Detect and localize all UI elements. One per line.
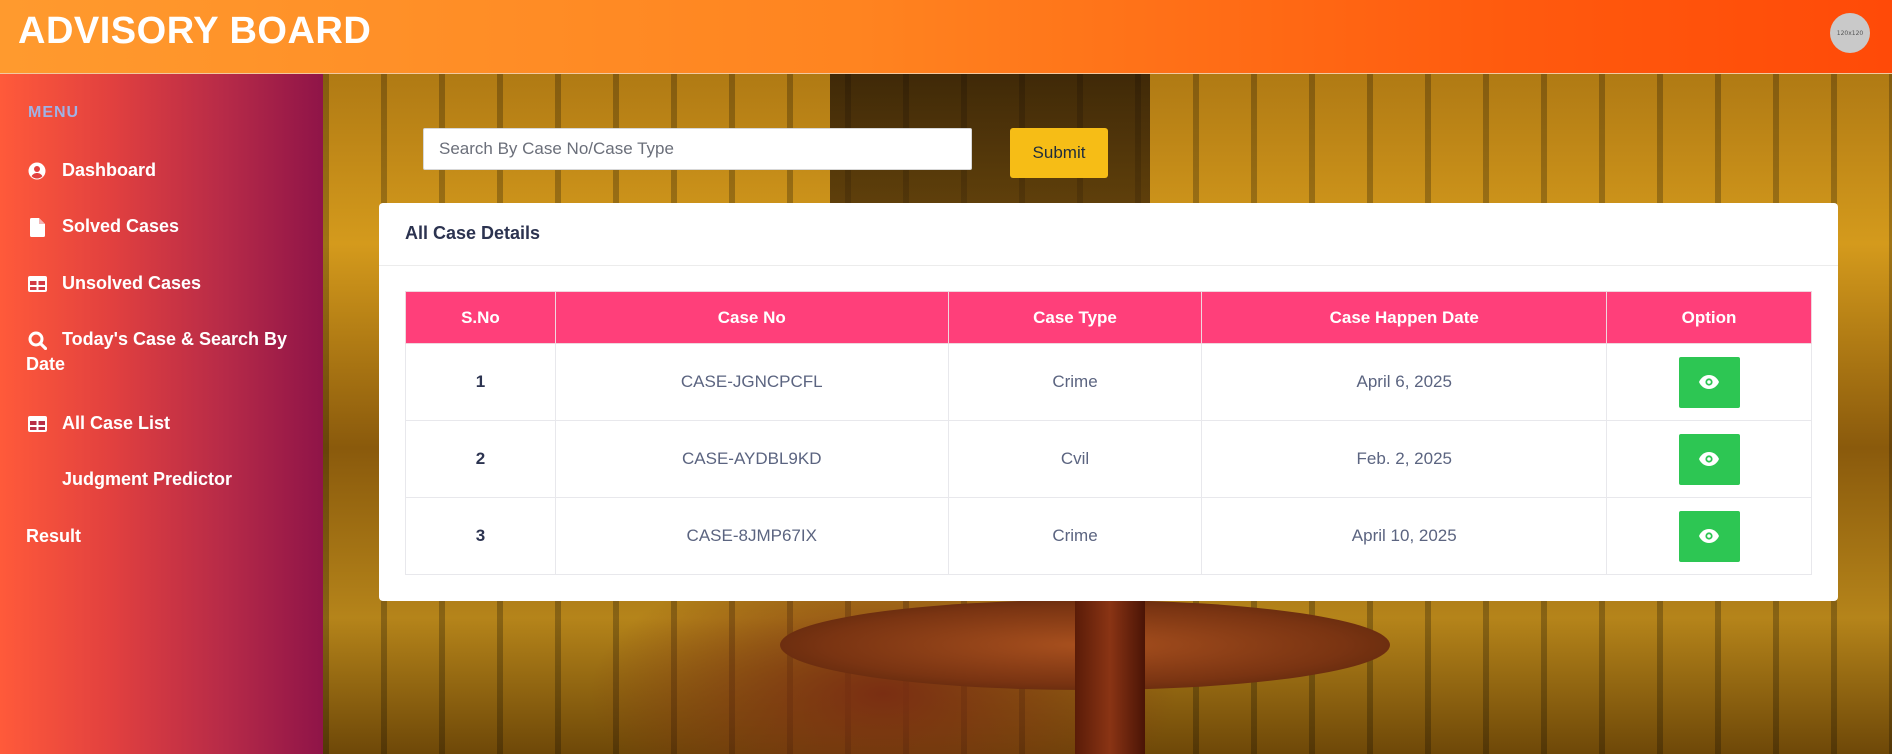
eye-icon bbox=[1699, 452, 1720, 466]
column-header: Case No bbox=[554, 291, 949, 344]
cell-sno: 3 bbox=[405, 497, 556, 575]
cell-option bbox=[1606, 420, 1812, 498]
card-title: All Case Details bbox=[379, 203, 1838, 266]
sidebar-item-todays-case-search[interactable]: Today's Case & Search By Date bbox=[26, 327, 296, 377]
sidebar-item-solved-cases[interactable]: Solved Cases bbox=[26, 214, 296, 239]
view-button[interactable] bbox=[1678, 510, 1740, 562]
cell-sno: 2 bbox=[405, 420, 556, 498]
search-icon bbox=[26, 329, 48, 351]
sidebar-item-label: Judgment Predictor bbox=[62, 469, 233, 489]
table-row: 1 CASE-JGNCPCFL Crime April 6, 2025 bbox=[405, 343, 1812, 421]
sidebar-item-label: All Case List bbox=[62, 413, 171, 433]
column-header: Case Type bbox=[947, 291, 1203, 344]
top-header: ADVISORY BOARD 120x120 bbox=[0, 0, 1892, 74]
cell-case-type: Cvil bbox=[947, 420, 1203, 498]
sidebar-item-label: Solved Cases bbox=[62, 216, 180, 236]
eye-icon bbox=[1699, 529, 1720, 543]
sidebar-item-unsolved-cases[interactable]: Unsolved Cases bbox=[26, 271, 296, 296]
sidebar-item-label: Result bbox=[26, 526, 82, 546]
cell-date: April 10, 2025 bbox=[1201, 497, 1608, 575]
cell-case-type: Crime bbox=[947, 497, 1203, 575]
background-gavel-shape bbox=[1075, 600, 1145, 754]
view-button[interactable] bbox=[1678, 433, 1740, 485]
sidebar-item-result[interactable]: Result bbox=[26, 524, 296, 549]
table-icon bbox=[26, 413, 48, 435]
cell-option bbox=[1606, 497, 1812, 575]
avatar[interactable]: 120x120 bbox=[1830, 13, 1870, 53]
cell-date: Feb. 2, 2025 bbox=[1201, 420, 1608, 498]
sidebar-item-label: Today's Case & Search By bbox=[62, 329, 288, 349]
search-input[interactable] bbox=[423, 128, 972, 170]
case-details-card: All Case Details S.No Case No Case Type … bbox=[379, 203, 1838, 601]
file-icon bbox=[26, 216, 48, 238]
sidebar-item-label: Dashboard bbox=[62, 160, 157, 180]
cell-option bbox=[1606, 343, 1812, 421]
menu-heading: MENU bbox=[28, 104, 80, 121]
table-row: 2 CASE-AYDBL9KD Cvil Feb. 2, 2025 bbox=[405, 420, 1812, 498]
cell-date: April 6, 2025 bbox=[1201, 343, 1608, 421]
eye-icon bbox=[1699, 375, 1720, 389]
column-header: Case Happen Date bbox=[1201, 291, 1608, 344]
user-circle-icon bbox=[26, 160, 48, 182]
sidebar-item-label: Unsolved Cases bbox=[62, 273, 202, 293]
table-header-row: S.No Case No Case Type Case Happen Date … bbox=[405, 291, 1812, 344]
table-row: 3 CASE-8JMP67IX Crime April 10, 2025 bbox=[405, 497, 1812, 575]
view-button[interactable] bbox=[1678, 356, 1740, 408]
cell-case-type: Crime bbox=[947, 343, 1203, 421]
cell-sno: 1 bbox=[405, 343, 556, 421]
brand-title[interactable]: ADVISORY BOARD bbox=[18, 10, 371, 53]
cell-case-no: CASE-AYDBL9KD bbox=[554, 420, 949, 498]
cell-case-no: CASE-8JMP67IX bbox=[554, 497, 949, 575]
column-header: S.No bbox=[405, 291, 556, 344]
sidebar-item-all-case-list[interactable]: All Case List bbox=[26, 411, 296, 436]
table-icon bbox=[26, 273, 48, 295]
cell-case-no: CASE-JGNCPCFL bbox=[554, 343, 949, 421]
cases-table: S.No Case No Case Type Case Happen Date … bbox=[405, 291, 1812, 575]
sidebar-item-judgment-predictor[interactable]: Judgment Predictor bbox=[26, 467, 296, 492]
sidebar: MENU Dashboard Solved Cases Unsolved Cas… bbox=[0, 74, 323, 754]
sidebar-item-label-continued: Date bbox=[26, 354, 66, 374]
submit-button[interactable]: Submit bbox=[1010, 128, 1108, 178]
column-header: Option bbox=[1606, 291, 1812, 344]
sidebar-item-dashboard[interactable]: Dashboard bbox=[26, 158, 296, 183]
